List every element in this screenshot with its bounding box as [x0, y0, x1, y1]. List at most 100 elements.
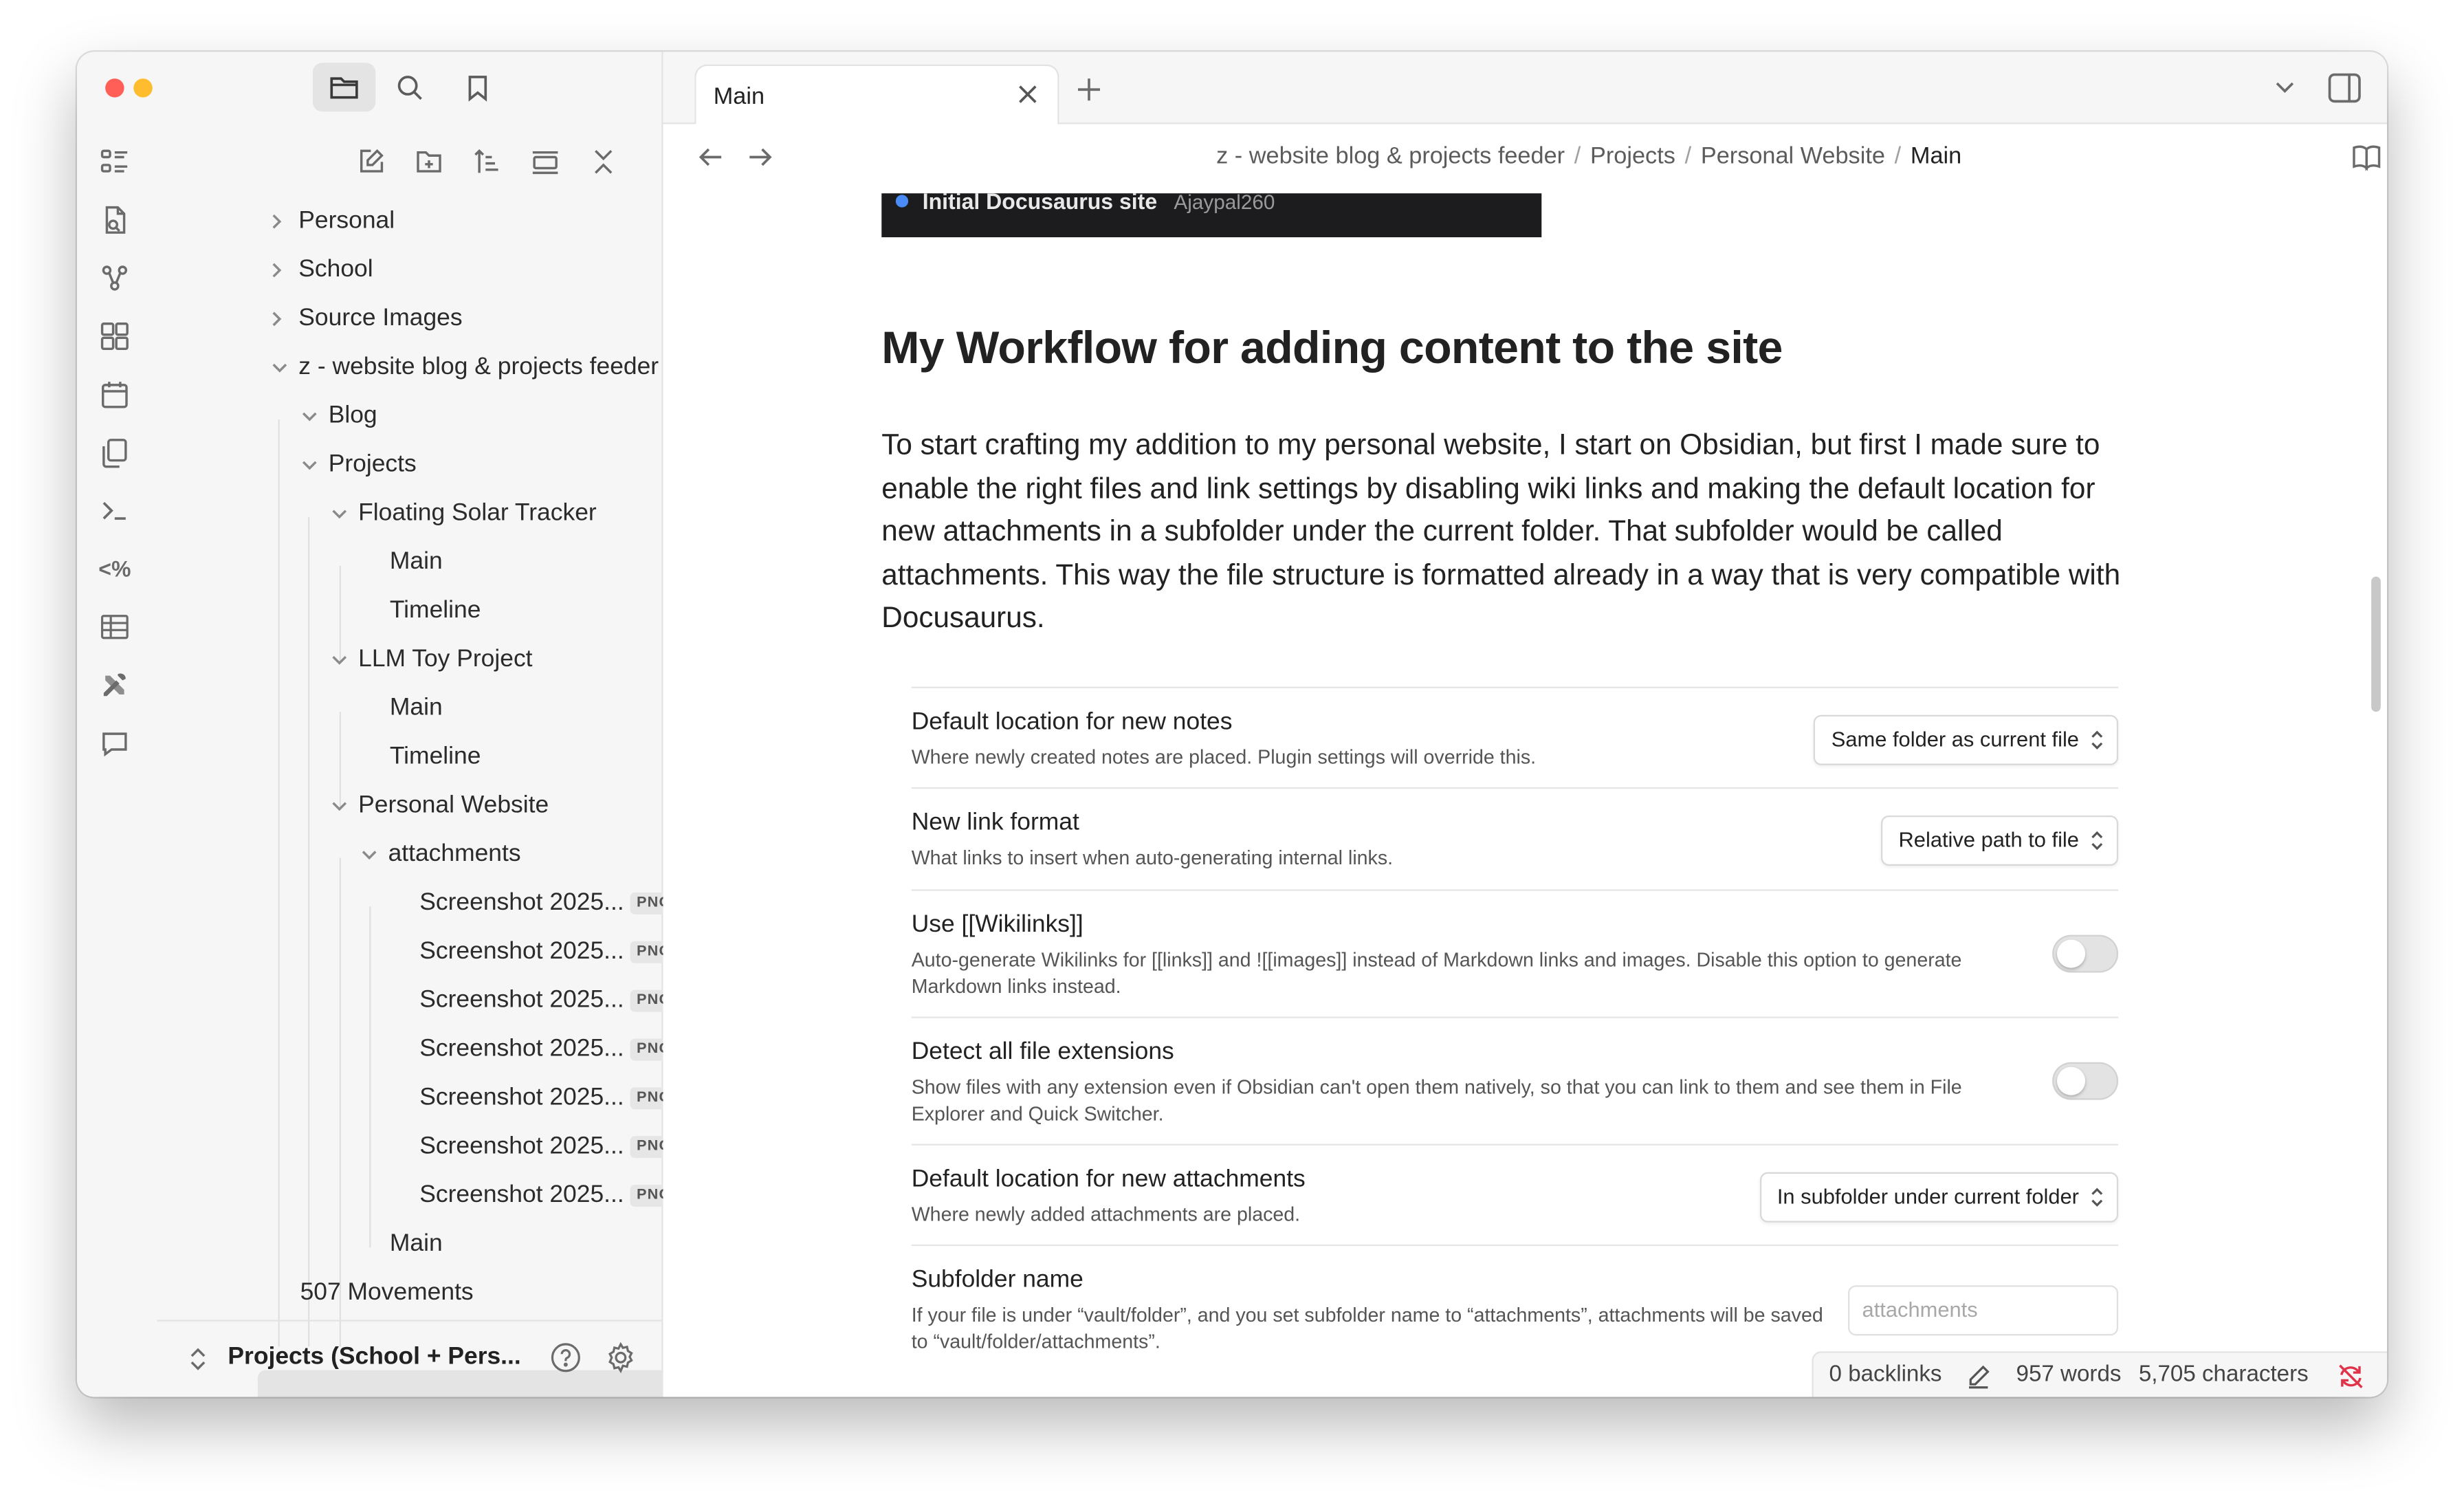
setting-description: Where newly created notes are placed. Pl… — [911, 746, 1537, 769]
app-window: <% Personal School Source Images z - web… — [76, 52, 2387, 1397]
tab-main[interactable]: Main — [694, 64, 1059, 126]
breadcrumb-item[interactable]: Projects — [1590, 143, 1675, 170]
tree-label: attachments — [388, 840, 521, 868]
quick-switcher-icon[interactable] — [98, 144, 132, 179]
bookmarks-tab[interactable] — [446, 63, 509, 111]
ribbon: <% — [76, 52, 181, 1397]
paragraph[interactable]: To start crafting my addition to my pers… — [881, 423, 2139, 639]
setting-description: What links to insert when auto-generatin… — [911, 846, 1394, 869]
tab-list-chevron-icon[interactable] — [2274, 80, 2296, 96]
setting-name: Detect all file extensions — [911, 1038, 1174, 1066]
new-tab-icon[interactable] — [1077, 77, 1102, 102]
setting-description: Show files with any extension even if Ob… — [911, 1076, 1962, 1124]
backlinks-count[interactable]: 0 backlinks — [1829, 1353, 1942, 1397]
tree-label: Main — [389, 548, 443, 576]
vault-switcher-icon[interactable] — [188, 1346, 207, 1372]
close-tab-icon[interactable] — [1017, 83, 1039, 105]
tree-label: Screenshot 2025... — [419, 889, 624, 917]
toggle-right-sidebar-icon[interactable] — [2327, 72, 2362, 104]
word-count: 957 words — [2016, 1362, 2122, 1388]
embedded-screenshot: Initial Docusaurus site Ajaypal260 — [881, 193, 1542, 238]
setting-name: Default location for new attachments — [911, 1166, 1306, 1193]
calendar-icon[interactable] — [98, 377, 132, 411]
note-content[interactable]: Initial Docusaurus site Ajaypal260 My Wo… — [663, 193, 2387, 1397]
tree-label: Timeline — [389, 743, 481, 770]
dropdown-arrows-icon — [2090, 716, 2104, 751]
file-screenshot[interactable]: Screenshot 2025... PNG — [419, 1076, 678, 1120]
files-tab[interactable] — [312, 63, 376, 112]
tree-label: z - website blog & projects feeder — [298, 353, 659, 380]
file-screenshot[interactable]: Screenshot 2025... PNG — [419, 882, 678, 926]
chat-icon[interactable] — [98, 726, 132, 761]
setting-default-attachment-location: Default location for new attachments Whe… — [911, 1144, 2119, 1247]
setting-dropdown[interactable]: In subfolder under current folder — [1759, 1172, 2119, 1223]
subfolder-name-input[interactable]: attachments — [1847, 1285, 2119, 1336]
setting-name: Use [[Wikilinks]] — [911, 911, 1084, 939]
file-507-movements[interactable]: 507 Movements — [300, 1271, 474, 1315]
new-note-icon[interactable] — [352, 143, 390, 181]
tab-label: Main — [713, 83, 765, 110]
file-screenshot[interactable]: Screenshot 2025... PNG — [419, 930, 678, 974]
tree-label: Blog — [328, 402, 377, 429]
templates-icon[interactable] — [98, 435, 132, 470]
file-fst-main[interactable]: Main — [390, 540, 443, 584]
dropdown-value: Same folder as current file — [1831, 727, 2079, 752]
sort-icon[interactable] — [468, 143, 506, 181]
file-fst-timeline[interactable]: Timeline — [390, 589, 481, 633]
new-folder-icon[interactable] — [410, 143, 448, 181]
tree-label: Main — [389, 694, 443, 721]
back-arrow-icon[interactable] — [698, 146, 723, 168]
edit-mode-icon[interactable] — [1966, 1364, 1991, 1389]
file-screenshot[interactable]: Screenshot 2025... PNG — [419, 1027, 678, 1071]
tree-label: Personal Website — [358, 791, 549, 819]
tab-bar: Main — [663, 52, 2387, 126]
graph-view-icon[interactable] — [98, 261, 132, 295]
collapse-icon[interactable] — [527, 143, 564, 181]
file-screenshot[interactable]: Screenshot 2025... PNG — [419, 1174, 678, 1218]
canvas-icon[interactable] — [98, 319, 132, 353]
tools-icon[interactable] — [98, 668, 132, 702]
templater-icon[interactable]: <% — [98, 551, 132, 586]
file-screenshot[interactable]: Screenshot 2025... PNG — [419, 979, 678, 1023]
setting-detect-extensions: Detect all file extensions Show files wi… — [911, 1016, 2119, 1145]
file-screenshot[interactable]: Screenshot 2025... PNG — [419, 1125, 678, 1169]
setting-description: If your file is under “vault/folder”, an… — [911, 1304, 1823, 1353]
status-bar: 0 backlinks 957 words 5,705 characters — [1812, 1351, 2387, 1397]
reading-view-icon[interactable] — [2351, 143, 2382, 171]
tree-label: Projects — [328, 450, 417, 478]
close-window-button[interactable] — [105, 78, 124, 98]
tree-label: School — [298, 256, 373, 283]
setting-dropdown[interactable]: Relative path to file — [1881, 815, 2119, 866]
setting-name: New link format — [911, 809, 1079, 836]
forward-arrow-icon[interactable] — [748, 146, 773, 168]
help-icon[interactable] — [550, 1342, 582, 1373]
breadcrumb-item[interactable]: z - website blog & projects feeder — [1216, 143, 1565, 170]
vault-name[interactable]: Projects (School + Pers... — [228, 1344, 520, 1372]
setting-description: Where newly added attachments are placed… — [911, 1203, 1301, 1226]
table-icon[interactable] — [98, 610, 132, 644]
file-llm-main[interactable]: Main — [390, 687, 443, 731]
tree-label: Screenshot 2025... — [419, 1084, 624, 1111]
detect-extensions-toggle[interactable] — [2052, 1062, 2119, 1100]
file-pw-main[interactable]: Main — [390, 1223, 443, 1267]
tree-label: Screenshot 2025... — [419, 1035, 624, 1062]
breadcrumb-item[interactable]: Personal Website — [1701, 143, 1885, 170]
minimize-window-button[interactable] — [133, 78, 153, 98]
breadcrumb-current[interactable]: Main — [1911, 143, 1961, 170]
setting-name: Subfolder name — [911, 1266, 1084, 1293]
section-heading: My Workflow for adding content to the si… — [881, 323, 1783, 374]
search-tab[interactable] — [379, 63, 441, 111]
tree-label: 507 Movements — [300, 1279, 474, 1306]
close-all-icon[interactable] — [584, 143, 622, 181]
dropdown-value: In subfolder under current folder — [1776, 1184, 2079, 1209]
wikilinks-toggle[interactable] — [2052, 934, 2119, 973]
setting-dropdown[interactable]: Same folder as current file — [1814, 714, 2119, 765]
settings-gear-icon[interactable] — [605, 1342, 637, 1374]
file-llm-timeline[interactable]: Timeline — [390, 735, 481, 779]
open-file-icon[interactable] — [98, 203, 132, 237]
editor-scrollbar[interactable] — [2371, 576, 2381, 712]
tree-label: Timeline — [389, 597, 481, 624]
command-palette-icon[interactable] — [98, 494, 132, 528]
tree-label: Source Images — [298, 305, 463, 332]
sync-error-icon[interactable] — [2337, 1362, 2365, 1390]
